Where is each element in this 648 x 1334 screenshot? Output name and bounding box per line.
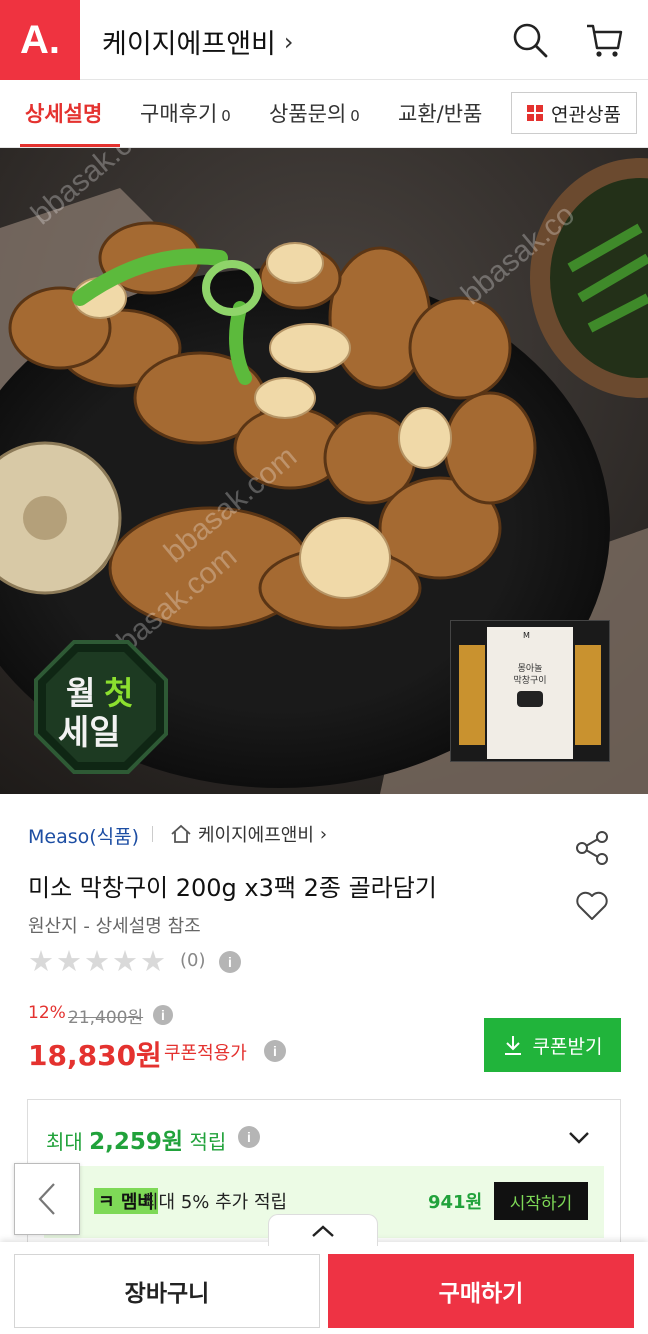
max-points-text: 최대 2,259원 적립 xyxy=(46,1122,226,1156)
home-icon xyxy=(171,824,191,843)
add-to-cart-button[interactable]: 장바구니 xyxy=(14,1254,320,1328)
tab-reviews[interactable]: 구매후기 0 xyxy=(140,98,231,128)
cart-icon[interactable] xyxy=(584,20,624,60)
original-price: 21,400원 xyxy=(68,1008,144,1028)
coupon-price-label: 쿠폰적용가 xyxy=(164,1043,247,1064)
info-icon[interactable]: i xyxy=(219,951,241,973)
package-name: 막창구이 xyxy=(513,676,547,686)
star-icon: ★ xyxy=(84,944,110,978)
collapse-toggle[interactable] xyxy=(268,1214,378,1246)
points-prefix: 최대 xyxy=(46,1130,83,1154)
chevron-right-icon: › xyxy=(319,823,328,845)
badge-char: 세일 xyxy=(58,713,121,753)
chevron-left-icon xyxy=(38,1183,55,1215)
divider xyxy=(152,826,153,842)
related-products-button[interactable]: 연관상품 xyxy=(511,92,637,134)
back-button[interactable] xyxy=(14,1163,80,1235)
grid-icon xyxy=(527,105,544,121)
cow-icon xyxy=(517,691,543,707)
chevron-down-icon[interactable] xyxy=(566,1124,592,1150)
store-link[interactable]: 케이지에프앤비 › xyxy=(170,821,327,847)
tab-count: 0 xyxy=(350,107,360,125)
tab-detail[interactable]: 상세설명 xyxy=(25,98,102,128)
store-name: 케이지에프앤비 xyxy=(198,825,314,846)
seller-title-link[interactable]: 케이지에프앤비 › xyxy=(102,22,294,61)
sale-price: 18,830원 xyxy=(28,1039,162,1072)
badge-char: 월 xyxy=(66,674,95,712)
rating-stars[interactable]: ★ ★ ★ ★ ★ xyxy=(28,946,166,976)
discount-rate: 12% xyxy=(28,1003,66,1023)
product-title: 미소 막창구이 200g x3팩 2종 골라담기 xyxy=(28,874,437,902)
star-icon: ★ xyxy=(140,944,166,978)
package-name: 몽아놀 xyxy=(517,664,543,674)
star-icon: ★ xyxy=(56,944,82,978)
info-icon[interactable]: i xyxy=(264,1040,286,1062)
member-desc: 최대 5% 추가 적립 xyxy=(142,1192,288,1213)
tab-label: 상세설명 xyxy=(25,102,103,126)
tab-label: 상품문의 xyxy=(269,102,347,126)
heart-icon[interactable] xyxy=(574,888,610,924)
brand-link[interactable]: Measo(식품) xyxy=(28,822,139,849)
info-icon[interactable]: i xyxy=(153,1005,173,1025)
info-icon[interactable]: i xyxy=(238,1126,260,1148)
member-start-button[interactable]: 시작하기 xyxy=(494,1182,588,1220)
points-suffix: 적립 xyxy=(189,1130,227,1154)
chevron-up-icon xyxy=(312,1224,334,1237)
tab-label: 구매후기 xyxy=(140,102,218,126)
related-products-label: 연관상품 xyxy=(551,103,621,126)
product-origin: 원산지 - 상세설명 참조 xyxy=(28,916,201,937)
download-icon xyxy=(504,1036,521,1055)
tab-count: 0 xyxy=(221,107,231,125)
buy-now-button[interactable]: 구매하기 xyxy=(328,1254,634,1328)
chevron-right-icon: › xyxy=(283,27,294,56)
star-icon: ★ xyxy=(28,944,54,978)
monthly-sale-badge: 월 첫 세일 xyxy=(34,640,168,774)
member-points: 941원 xyxy=(428,1192,483,1213)
seller-name: 케이지에프앤비 xyxy=(102,29,276,60)
product-package-image: M 몽아놀 막창구이 xyxy=(450,620,610,762)
tab-exchange-return[interactable]: 교환/반품 xyxy=(398,98,494,128)
share-icon[interactable] xyxy=(574,830,610,866)
package-brand: M xyxy=(523,631,530,640)
star-icon: ★ xyxy=(112,944,138,978)
points-amount: 2,259원 xyxy=(89,1129,184,1155)
review-count[interactable]: (0) xyxy=(180,950,206,971)
top-header: A. 케이지에프앤비 › xyxy=(0,0,648,80)
active-tab-indicator xyxy=(20,144,120,147)
app-logo[interactable]: A. xyxy=(0,0,80,80)
coupon-button-label: 쿠폰받기 xyxy=(532,1035,603,1058)
coupon-download-button[interactable]: 쿠폰받기 xyxy=(484,1018,621,1072)
search-icon[interactable] xyxy=(510,20,550,60)
tab-label: 교환/반품 xyxy=(398,102,483,126)
tab-qna[interactable]: 상품문의 0 xyxy=(269,98,360,128)
badge-char: 첫 xyxy=(104,674,133,712)
